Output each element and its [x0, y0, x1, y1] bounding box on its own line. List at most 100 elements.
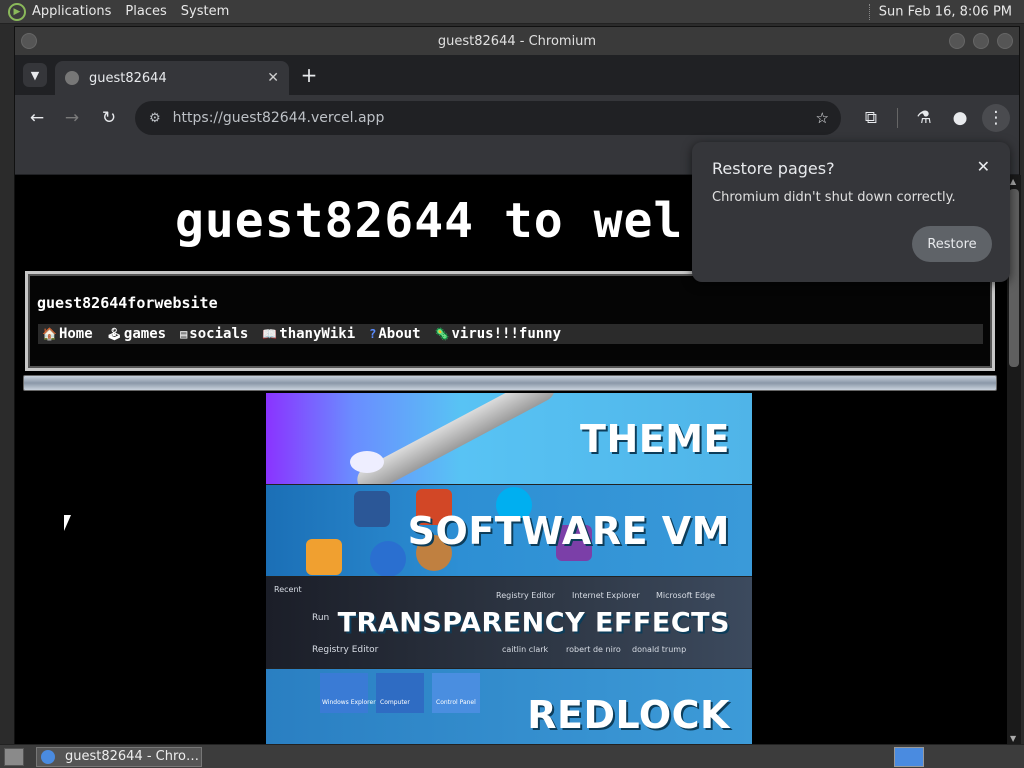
panel-separator [868, 3, 871, 20]
nav-link-label: thanyWiki [279, 326, 356, 342]
mate-logo-icon[interactable]: ▶ [8, 2, 26, 21]
forward-button[interactable]: → [58, 104, 86, 132]
banner-software-vm[interactable]: SOFTWARE VM [266, 485, 752, 577]
profile-icon[interactable]: ● [946, 104, 974, 132]
globe-icon [65, 71, 79, 85]
maximize-button[interactable] [973, 33, 989, 49]
tab-search-button[interactable]: ▼ [23, 63, 47, 87]
nav-link-thanywiki[interactable]: 📖 thanyWiki [262, 326, 355, 342]
registry-editor-tile: Registry Editor [496, 591, 555, 600]
banner-label: REDLOCK [527, 692, 730, 737]
app-icon [306, 539, 342, 575]
panel-clock[interactable]: Sun Feb 16, 8:06 PM [868, 3, 1012, 20]
banner-transparency-effects[interactable]: Recent Run Registry Editor Registry Edit… [266, 577, 752, 669]
nav-link-label: virus!!!funny [451, 326, 562, 342]
tab-strip: ▼ guest82644 ✕ + [15, 55, 1019, 95]
home-icon: 🏠 [42, 327, 57, 341]
window-titlebar[interactable]: guest82644 - Chromium [15, 27, 1019, 55]
nav-links: 🏠 Home 🕹 games ▤ socials 📖 thanyWiki ? About … [38, 324, 983, 344]
site-info-icon[interactable]: ⚙ [149, 111, 161, 126]
applications-menu[interactable]: Applications [32, 4, 111, 19]
minimize-button[interactable] [949, 33, 965, 49]
labs-icon[interactable]: ⚗ [910, 104, 938, 132]
tile-icon [376, 673, 424, 713]
chromium-window: guest82644 - Chromium ▼ guest82644 ✕ + ←… [14, 26, 1021, 745]
dialog-message: Chromium didn't shut down correctly. [712, 190, 956, 205]
nav-link-label: About [378, 326, 421, 342]
show-desktop-button[interactable] [4, 747, 24, 766]
book-icon: 📖 [262, 327, 278, 341]
banner-theme[interactable]: THEME [266, 393, 752, 485]
nav-link-virus[interactable]: 🦠 virus!!!funny [435, 326, 562, 342]
top-panel: ▶ Applications Places System Sun Feb 16,… [0, 0, 1024, 24]
help-icon: ? [369, 327, 377, 341]
banner-label: SOFTWARE VM [407, 508, 730, 553]
tile-icon [432, 673, 480, 713]
tile-icon [320, 673, 368, 713]
nav-link-label: socials [189, 326, 249, 342]
banner-redlock[interactable]: Windows Explorer Computer Control Panel … [266, 669, 752, 745]
site-title: guest82644 to wel [175, 193, 684, 249]
places-menu[interactable]: Places [125, 4, 166, 19]
window-menu-button[interactable] [21, 33, 37, 49]
new-tab-button[interactable]: + [297, 63, 321, 87]
nav-box: guest82644forwebsite 🏠 Home 🕹 games ▤ socia… [25, 271, 995, 371]
nav-link-games[interactable]: 🕹 games [107, 326, 166, 342]
tile-label: Control Panel [436, 699, 476, 706]
restore-pages-dialog: Restore pages? ✕ Chromium didn't shut do… [692, 142, 1010, 282]
registry-editor-label: Registry Editor [312, 645, 379, 655]
microsoft-edge-tile: Microsoft Edge [656, 591, 716, 600]
banner-list: THEME SOFTWARE VM Recent Run Registry Ed… [266, 393, 752, 745]
dialog-title: Restore pages? [712, 159, 835, 178]
close-icon[interactable]: ✕ [977, 157, 990, 176]
scroll-up-icon[interactable]: ▲ [1010, 177, 1016, 186]
system-menu[interactable]: System [181, 4, 229, 19]
document-icon: ▤ [180, 327, 188, 341]
nav-link-socials[interactable]: ▤ socials [180, 326, 248, 342]
reload-button[interactable]: ↻ [95, 104, 123, 132]
chevron-down-icon: ▼ [30, 68, 40, 82]
tab-close-icon[interactable]: ✕ [267, 70, 279, 86]
search-suggestion: robert de niro [566, 645, 621, 654]
scrollbar-thumb[interactable] [1009, 189, 1019, 367]
run-label: Run [312, 613, 330, 623]
mouse-cursor [64, 515, 71, 531]
internet-explorer-tile: Internet Explorer [572, 591, 640, 600]
extensions-icon[interactable]: ⧉ [857, 104, 885, 132]
more-menu-button[interactable]: ⋮ [982, 104, 1010, 132]
bottom-taskbar: guest82644 - Chro… [0, 744, 1024, 768]
toolbar-divider [897, 108, 898, 128]
joystick-icon: 🕹 [106, 327, 122, 341]
nav-link-label: Home [58, 326, 93, 342]
restore-button[interactable]: Restore [912, 226, 992, 262]
address-bar[interactable]: ⚙ https://guest82644.vercel.app ☆ [135, 101, 841, 135]
bookmark-star-icon[interactable]: ☆ [816, 109, 829, 127]
music-icon [370, 541, 406, 576]
clock-text: Sun Feb 16, 8:06 PM [878, 4, 1012, 19]
nav-title: guest82644forwebsite [37, 294, 218, 312]
divider-bar [23, 375, 997, 391]
url-text: https://guest82644.vercel.app [172, 110, 385, 126]
virus-icon: 🦠 [434, 327, 450, 341]
taskbar-chromium-task[interactable]: guest82644 - Chro… [36, 746, 202, 767]
close-window-button[interactable] [997, 33, 1013, 49]
tile-label: Computer [380, 699, 410, 706]
search-suggestion: caitlin clark [502, 645, 549, 654]
brush-tip [350, 451, 384, 473]
window-title: guest82644 - Chromium [437, 33, 597, 49]
banner-label: THEME [580, 416, 730, 461]
search-suggestion: donald trump [632, 645, 687, 654]
nav-link-about[interactable]: ? About [369, 326, 420, 342]
nav-link-home[interactable]: 🏠 Home [42, 326, 93, 342]
nav-link-label: games [123, 326, 167, 342]
tile-label: Windows Explorer [322, 699, 376, 706]
browser-toolbar: ← → ↻ ⚙ https://guest82644.vercel.app ☆ … [15, 95, 1019, 141]
scroll-down-icon[interactable]: ▼ [1010, 734, 1016, 743]
back-button[interactable]: ← [23, 104, 51, 132]
tab-guest82644[interactable]: guest82644 ✕ [55, 61, 289, 95]
chromium-icon [41, 749, 55, 764]
recent-label: Recent [274, 585, 302, 594]
word-icon [354, 491, 390, 527]
paintbrush-icon [352, 393, 560, 484]
workspace-switcher[interactable] [894, 747, 924, 767]
